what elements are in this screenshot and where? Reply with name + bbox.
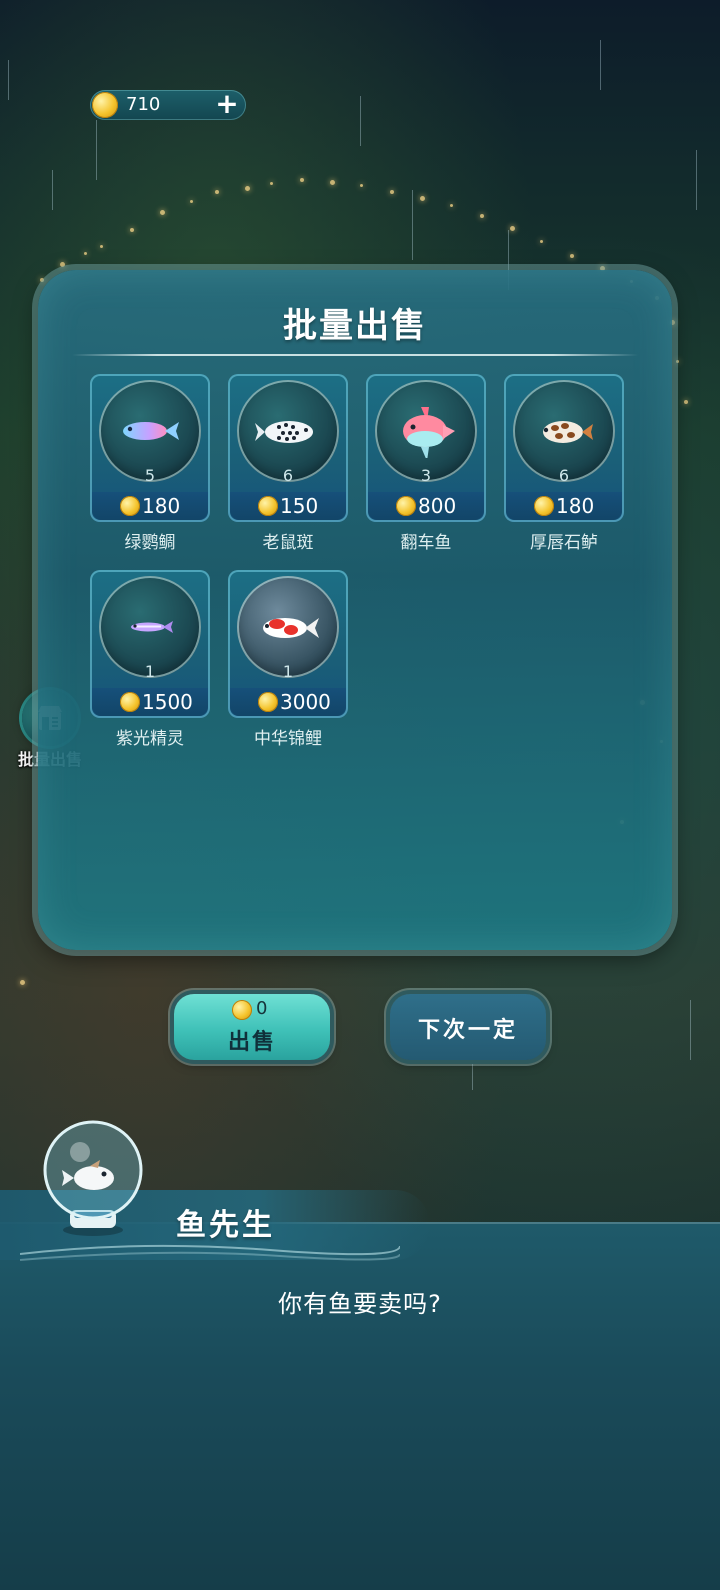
fish-name: 绿鹦鲷 <box>124 533 176 553</box>
coin-balance-bar: 710 + <box>90 90 246 120</box>
light-sparkle <box>130 228 134 232</box>
light-sparkle <box>480 214 484 218</box>
price-strip: 150 <box>230 492 346 520</box>
neon-fish-icon <box>131 621 173 633</box>
sell-label: 出售 <box>227 1030 276 1055</box>
light-sparkle <box>20 980 25 985</box>
fish-name: 厚唇石鲈 <box>530 533 598 553</box>
koi-icon <box>263 618 319 638</box>
light-sparkle <box>60 262 65 267</box>
light-sparkle <box>215 190 219 194</box>
light-sparkle <box>190 200 193 203</box>
gold-coin-icon <box>120 692 140 712</box>
rain-streak <box>600 40 601 90</box>
rain-streak <box>412 190 413 260</box>
fish-card[interactable]: 6 180 厚唇石鲈 <box>504 374 624 553</box>
light-sparkle <box>84 252 87 255</box>
fish-quantity: 6 <box>282 466 294 485</box>
light-sparkle <box>684 400 688 404</box>
fish-price: 1500 <box>142 690 193 714</box>
next-time-label: 下次一定 <box>417 1018 518 1043</box>
fish-quantity: 3 <box>420 466 432 485</box>
light-sparkle <box>100 245 103 248</box>
light-sparkle <box>540 240 543 243</box>
speaker-name: 鱼先生 <box>176 1208 275 1243</box>
fish-price: 180 <box>142 494 181 518</box>
gold-coin-icon <box>396 496 416 516</box>
fish-card[interactable]: 3 800 翻车鱼 <box>366 374 486 553</box>
batch-sell-panel: 批量出售 5 180 绿鹦鲷 6 150 老鼠斑 3 800 翻车鱼 6 180… <box>38 270 672 950</box>
fish-card[interactable]: 1 1500 紫光精灵 <box>90 570 210 749</box>
sell-total: 0 <box>256 998 268 1019</box>
fish-name: 翻车鱼 <box>400 533 452 553</box>
price-strip: 800 <box>368 492 484 520</box>
light-sparkle <box>390 190 394 194</box>
parrotfish-icon <box>123 422 179 440</box>
light-sparkle <box>570 254 574 258</box>
gold-coin-icon <box>232 1000 252 1020</box>
price-strip: 180 <box>506 492 622 520</box>
sell-button[interactable]: 0 出售 <box>174 994 330 1060</box>
sunfish-icon <box>403 407 455 458</box>
gold-coin-icon <box>92 92 118 118</box>
fish-card[interactable]: 5 180 绿鹦鲷 <box>90 374 210 553</box>
gold-coin-icon <box>534 496 554 516</box>
fish-quantity: 1 <box>282 662 294 681</box>
price-strip: 180 <box>92 492 208 520</box>
price-strip: 3000 <box>230 688 346 716</box>
fish-price: 800 <box>418 494 457 518</box>
light-sparkle <box>510 226 515 231</box>
light-sparkle <box>676 360 679 363</box>
panel-title: 批量出售 <box>283 306 427 346</box>
gold-coin-icon <box>258 692 278 712</box>
coin-balance: 710 <box>126 94 161 115</box>
fish-card[interactable]: 6 150 老鼠斑 <box>228 374 348 553</box>
spotted-grouper-icon <box>255 421 313 443</box>
rain-streak <box>360 96 361 146</box>
rain-streak <box>52 170 53 210</box>
light-sparkle <box>300 178 304 182</box>
fish-price: 180 <box>556 494 595 518</box>
dialog-text: 你有鱼要卖吗? <box>278 1290 442 1318</box>
light-sparkle <box>245 186 250 191</box>
next-time-button[interactable]: 下次一定 <box>390 994 546 1060</box>
rain-streak <box>8 60 9 100</box>
mr-fish-avatar <box>43 1120 143 1236</box>
fish-quantity: 1 <box>144 662 156 681</box>
light-sparkle <box>40 278 44 282</box>
rain-streak <box>690 1000 691 1060</box>
fish-name: 中华锦鲤 <box>254 729 322 749</box>
fish-quantity: 6 <box>558 466 570 485</box>
fish-price: 3000 <box>280 690 331 714</box>
fish-name: 老鼠斑 <box>262 533 314 553</box>
light-sparkle <box>160 210 165 215</box>
light-sparkle <box>450 204 453 207</box>
add-coins-button[interactable]: + <box>214 90 240 120</box>
light-sparkle <box>420 196 425 201</box>
fish-name: 紫光精灵 <box>116 729 184 749</box>
gold-coin-icon <box>258 496 278 516</box>
sweetlips-icon <box>543 421 593 443</box>
light-sparkle <box>360 184 363 187</box>
rain-streak <box>96 120 97 180</box>
gold-coin-icon <box>120 496 140 516</box>
fish-card[interactable]: 1 3000 中华锦鲤 <box>228 570 348 749</box>
light-sparkle <box>270 182 273 185</box>
light-sparkle <box>330 180 335 185</box>
fish-quantity: 5 <box>144 466 156 485</box>
price-strip: 1500 <box>92 688 208 716</box>
rain-streak <box>696 150 697 210</box>
title-divider <box>72 354 638 356</box>
dialog-box[interactable] <box>0 1222 720 1590</box>
fish-price: 150 <box>280 494 319 518</box>
